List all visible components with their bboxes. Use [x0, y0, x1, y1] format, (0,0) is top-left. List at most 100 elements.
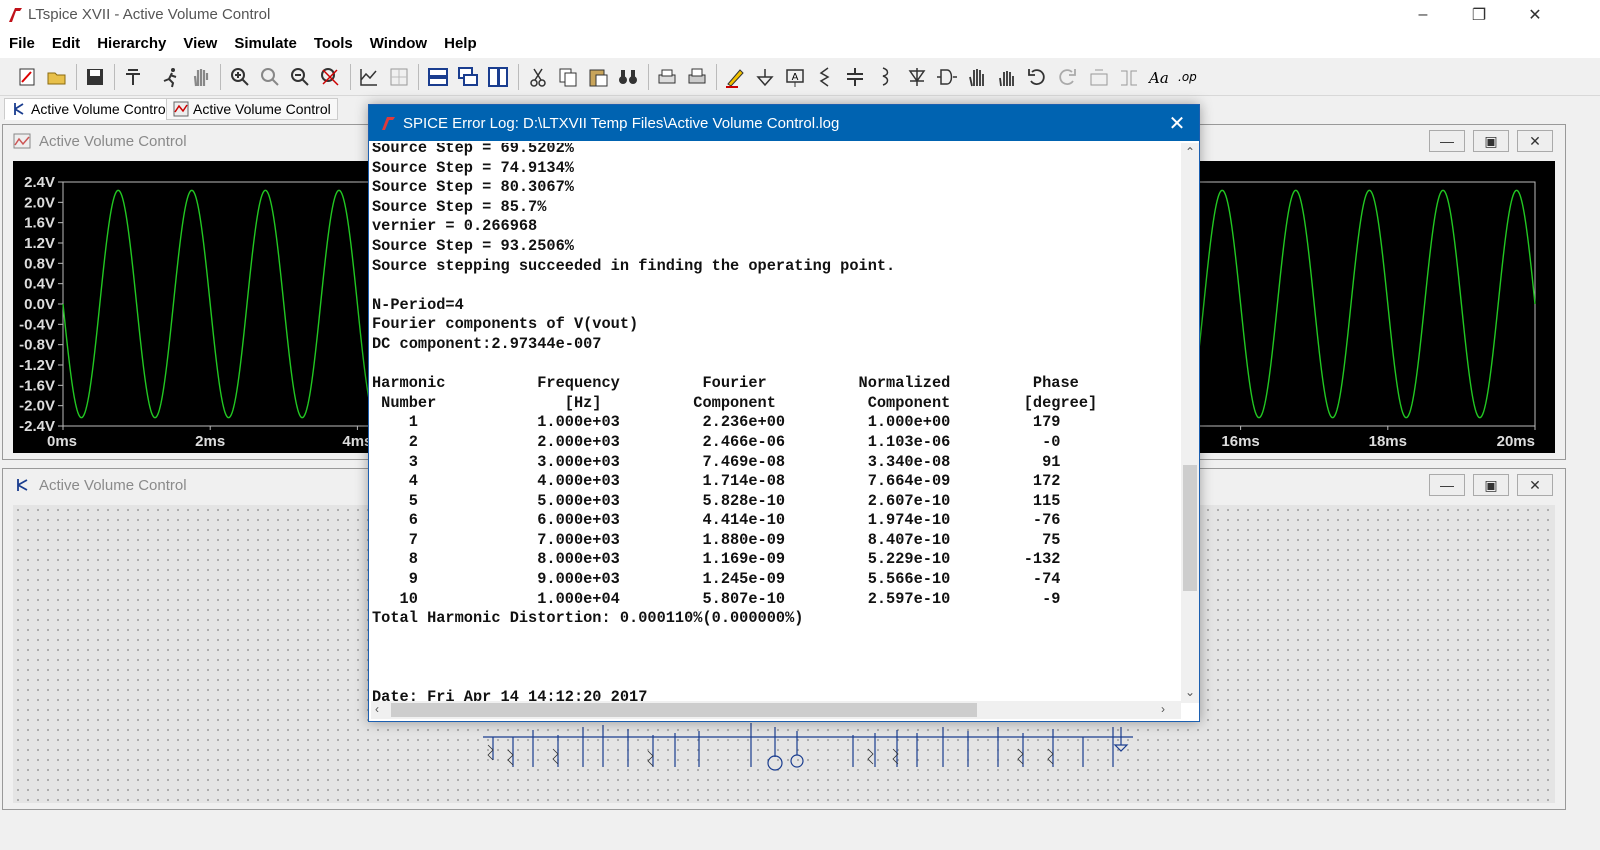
save-icon[interactable] — [82, 64, 108, 90]
menu-edit[interactable]: Edit — [43, 30, 88, 58]
schematic-window-title: Active Volume Control — [39, 477, 187, 494]
scroll-down-icon[interactable]: ⌄ — [1185, 685, 1195, 699]
log-line: Fourier components of V(vout) — [372, 315, 639, 334]
log-line: 3 3.000e+03 7.469e-08 3.340e-08 91 — [372, 452, 1061, 471]
run-icon[interactable] — [158, 64, 184, 90]
zoom-in-icon[interactable] — [227, 64, 253, 90]
tab-label: Active Volume Control — [193, 101, 331, 117]
y-tick-label: 1.2V — [24, 235, 55, 252]
x-tick-label: 20ms — [1497, 433, 1535, 450]
toolbar-separator — [114, 64, 115, 90]
toolbar: A Aa .op — [0, 58, 1600, 96]
capacitor-icon[interactable] — [842, 64, 868, 90]
grid-icon[interactable] — [386, 64, 412, 90]
y-tick-label: 0.4V — [24, 276, 55, 293]
log-line: 2 2.000e+03 2.466e-06 1.103e-06 -0 — [372, 432, 1061, 451]
y-tick-label: 2.4V — [24, 174, 55, 191]
log-line: Source Step = 85.7% — [372, 197, 547, 216]
log-line: 4 4.000e+03 1.714e-08 7.664e-09 172 — [372, 472, 1061, 491]
scroll-up-icon[interactable]: ⌃ — [1185, 145, 1195, 159]
new-schematic-icon[interactable] — [14, 64, 40, 90]
svg-text:.op: .op — [1178, 70, 1197, 84]
cut-icon[interactable] — [525, 64, 551, 90]
log-text-area[interactable]: Source Step = 69.5202% Source Step = 74.9… — [371, 143, 1179, 703]
x-tick-label: 18ms — [1369, 433, 1407, 450]
schematic-maximize-button[interactable]: ▣ — [1473, 474, 1509, 496]
ground-icon[interactable] — [752, 64, 778, 90]
component-icon[interactable] — [934, 64, 960, 90]
zoom-fit-icon[interactable] — [317, 64, 343, 90]
rotate-icon[interactable] — [1086, 64, 1112, 90]
label-net-icon[interactable]: A — [782, 64, 808, 90]
menu-simulate[interactable]: Simulate — [225, 30, 305, 58]
menu-view[interactable]: View — [174, 30, 225, 58]
halt-hand-icon[interactable] — [188, 64, 214, 90]
move-hand-icon[interactable] — [964, 64, 990, 90]
spice-directive-icon[interactable]: .op — [1176, 64, 1202, 90]
plot-minimize-button[interactable]: — — [1429, 130, 1465, 152]
menu-file[interactable]: File — [0, 30, 43, 58]
plot-close-button[interactable]: ✕ — [1517, 130, 1553, 152]
restore-button[interactable]: ❐ — [1456, 0, 1502, 30]
close-button[interactable]: ✕ — [1512, 0, 1558, 30]
dialog-title: SPICE Error Log: D:\LTXVII Temp Files\Ac… — [403, 115, 840, 132]
error-log-dialog[interactable]: SPICE Error Log: D:\LTXVII Temp Files\Ac… — [368, 104, 1200, 722]
horizontal-scroll-thumb[interactable] — [391, 703, 977, 717]
autorange-icon[interactable] — [356, 64, 382, 90]
y-tick-label: -1.2V — [19, 357, 55, 374]
minimize-button[interactable]: – — [1400, 0, 1446, 30]
print-setup-icon[interactable] — [684, 64, 710, 90]
dialog-titlebar: SPICE Error Log: D:\LTXVII Temp Files\Ac… — [369, 105, 1199, 141]
inductor-icon[interactable] — [872, 64, 898, 90]
log-content: Source Step = 69.5202% Source Step = 74.9… — [372, 143, 1097, 703]
scroll-right-icon[interactable]: › — [1161, 702, 1165, 716]
open-folder-icon[interactable] — [44, 64, 70, 90]
menu-hierarchy[interactable]: Hierarchy — [88, 30, 174, 58]
tab-waveform[interactable]: Active Volume Control — [166, 98, 338, 120]
print-icon[interactable] — [654, 64, 680, 90]
log-line: 9 9.000e+03 1.245e-09 5.566e-10 -74 — [372, 570, 1061, 589]
control-panel-icon[interactable] — [120, 64, 146, 90]
y-tick-label: 2.0V — [24, 194, 55, 211]
vertical-scroll-thumb[interactable] — [1183, 465, 1197, 591]
mirror-icon[interactable] — [1116, 64, 1142, 90]
tile-horizontal-icon[interactable] — [425, 64, 451, 90]
plot-maximize-button[interactable]: ▣ — [1473, 130, 1509, 152]
log-line: 7 7.000e+03 1.880e-09 8.407e-10 75 — [372, 530, 1061, 549]
diode-icon[interactable] — [904, 64, 930, 90]
vertical-scrollbar[interactable]: ⌃ ⌄ — [1181, 143, 1199, 703]
svg-text:Aa: Aa — [1148, 69, 1169, 87]
tile-vertical-icon[interactable] — [485, 64, 511, 90]
y-tick-label: 1.6V — [24, 215, 55, 232]
toolbar-separator — [220, 64, 221, 90]
scroll-left-icon[interactable]: ‹ — [375, 702, 379, 716]
menu-help[interactable]: Help — [435, 30, 485, 58]
menu-window[interactable]: Window — [361, 30, 435, 58]
paste-icon[interactable] — [585, 64, 611, 90]
schematic-minimize-button[interactable]: — — [1429, 474, 1465, 496]
schematic-icon — [14, 103, 24, 115]
menu-tools[interactable]: Tools — [305, 30, 361, 58]
pan-icon[interactable] — [257, 64, 283, 90]
schematic-close-button[interactable]: ✕ — [1517, 474, 1553, 496]
waveform-icon — [13, 133, 31, 149]
text-icon[interactable]: Aa — [1146, 64, 1172, 90]
resistor-icon[interactable] — [812, 64, 838, 90]
undo-icon[interactable] — [1024, 64, 1050, 90]
toolbar-separator — [716, 64, 717, 90]
log-line: 1 1.000e+03 2.236e+00 1.000e+00 179 — [372, 413, 1061, 432]
cascade-windows-icon[interactable] — [455, 64, 481, 90]
tab-schematic[interactable]: Active Volume Control — [4, 98, 176, 120]
dialog-close-button[interactable]: ✕ — [1155, 105, 1199, 141]
drag-hand-icon[interactable] — [994, 64, 1020, 90]
zoom-out-icon[interactable] — [287, 64, 313, 90]
horizontal-scrollbar[interactable]: ‹ › — [371, 701, 1181, 719]
log-line: Source Step = 69.5202% — [372, 143, 574, 157]
log-line: 5 5.000e+03 5.828e-10 2.607e-10 115 — [372, 491, 1061, 510]
redo-icon[interactable] — [1054, 64, 1080, 90]
draw-wire-pencil-icon[interactable] — [722, 64, 748, 90]
toolbar-separator — [76, 64, 77, 90]
find-binoculars-icon[interactable] — [615, 64, 641, 90]
copy-icon[interactable] — [555, 64, 581, 90]
